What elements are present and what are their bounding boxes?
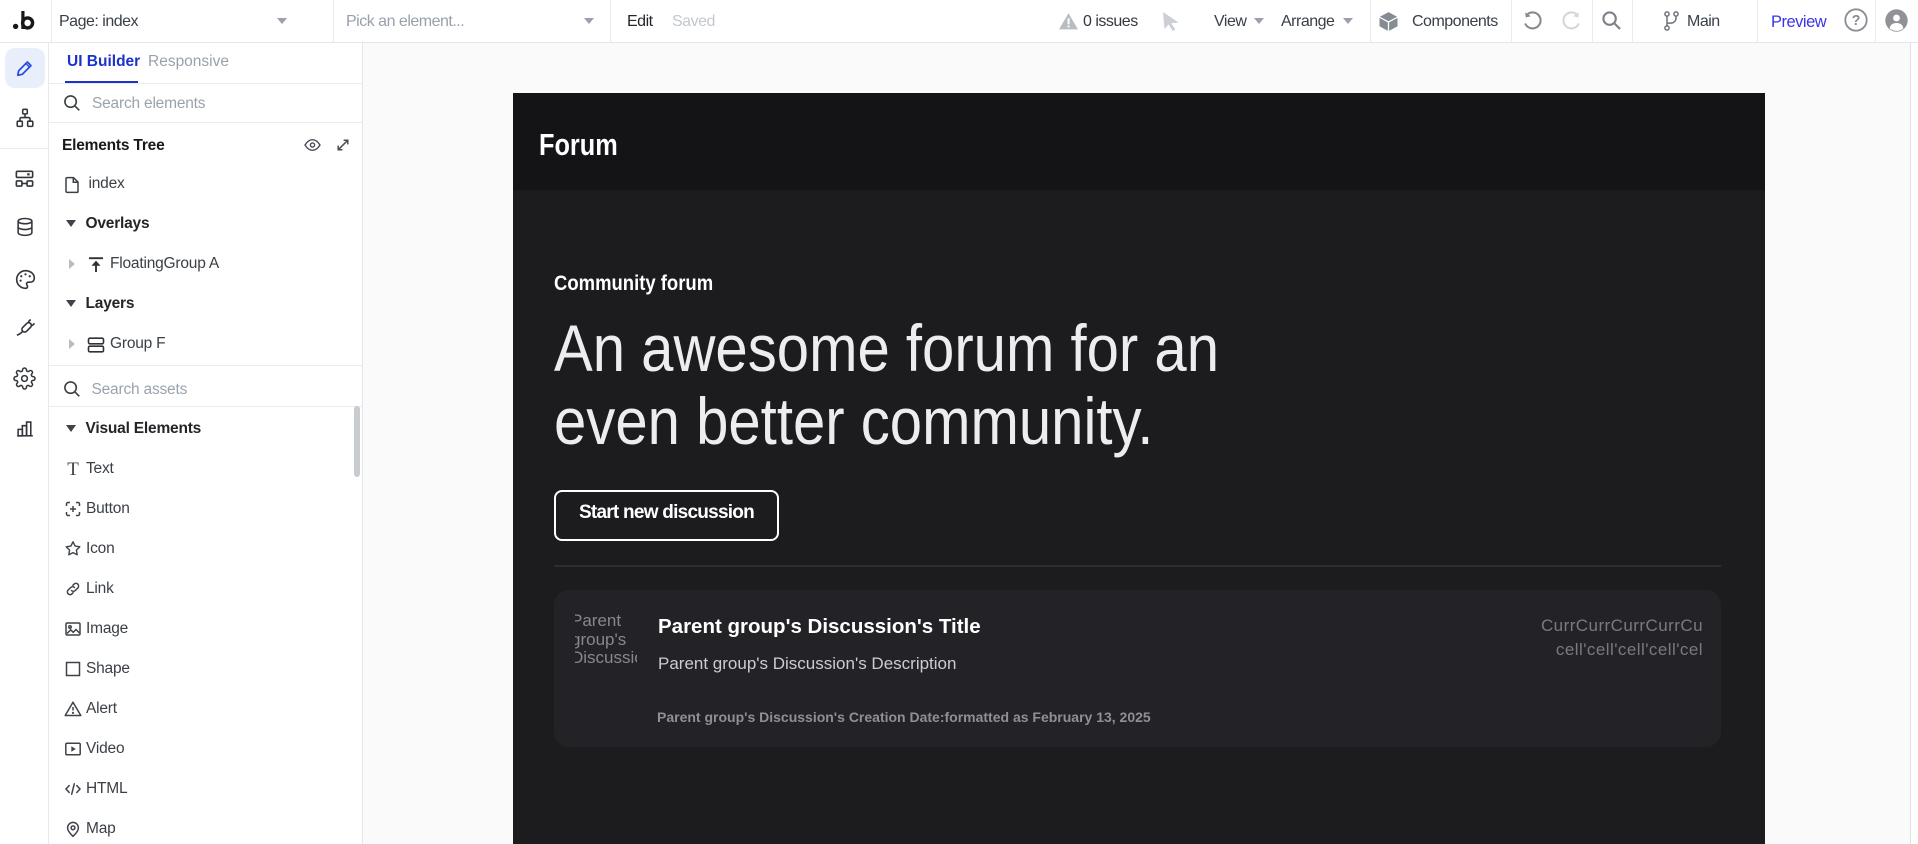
svg-text:T: T	[67, 460, 79, 478]
svg-text:?: ?	[1852, 13, 1861, 29]
